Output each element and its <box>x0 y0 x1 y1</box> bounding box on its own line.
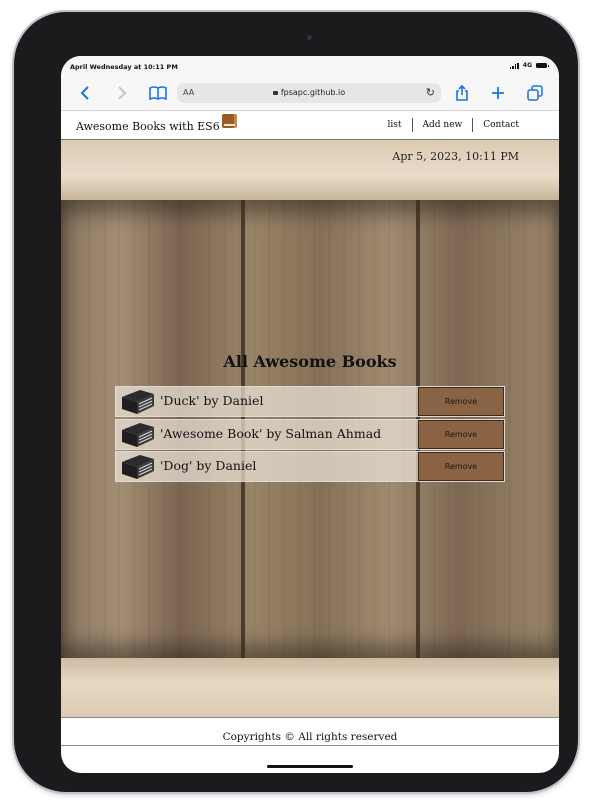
book-row: 'Dog' by Daniel Remove <box>115 451 505 482</box>
book-title-author: 'Dog' by Daniel <box>160 458 257 473</box>
url-display: fpsapc.github.io <box>177 88 441 97</box>
lock-icon <box>272 91 278 95</box>
url-text: fpsapc.github.io <box>280 88 346 97</box>
address-bar[interactable]: AA fpsapc.github.io ↻ <box>177 83 441 103</box>
status-bar: April Wednesday at 10:11 PM 4G <box>61 56 559 78</box>
section-title: All Awesome Books <box>223 352 397 371</box>
remove-button[interactable]: Remove <box>418 419 504 449</box>
back-icon[interactable] <box>74 82 96 104</box>
nav-links: list Add new Contact <box>378 118 529 132</box>
bookmarks-icon[interactable] <box>147 82 169 104</box>
footer-text: Copyrights © All rights reserved <box>222 731 398 743</box>
status-indicators: 4G <box>509 62 549 69</box>
site-footer: Copyrights © All rights reserved <box>61 717 559 746</box>
remove-button[interactable]: Remove <box>418 452 504 481</box>
book-row: 'Duck' by Daniel Remove <box>115 386 505 417</box>
camera <box>307 35 312 40</box>
share-icon[interactable] <box>451 82 473 104</box>
book-title-author: 'Awesome Book' by Salman Ahmad <box>160 425 382 441</box>
nav-link-contact[interactable]: Contact <box>473 120 529 130</box>
book-emoji-icon <box>221 114 237 128</box>
date-display: Apr 5, 2023, 10:11 PM <box>392 150 519 163</box>
site-nav: Awesome Books with ES6 list Add new Cont… <box>61 111 559 140</box>
signal-icon <box>509 62 519 69</box>
date-band: Apr 5, 2023, 10:11 PM <box>61 140 559 200</box>
book-title-author: 'Duck' by Daniel <box>160 393 264 408</box>
new-tab-icon[interactable] <box>487 82 509 104</box>
status-time: April Wednesday at 10:11 PM <box>70 63 178 71</box>
nav-link-list[interactable]: list <box>378 120 412 130</box>
footer-band <box>61 658 559 718</box>
reload-icon[interactable]: ↻ <box>426 86 435 99</box>
book-icon <box>122 455 154 479</box>
remove-button[interactable]: Remove <box>418 387 504 416</box>
book-list: 'Duck' by Daniel Remove 'Awesome Book' b… <box>115 386 505 484</box>
network-label: 4G <box>522 62 532 69</box>
book-icon <box>122 390 154 414</box>
brand-title: Awesome Books with ES6 <box>76 119 220 133</box>
book-row: 'Awesome Book' by Salman Ahmad Remove <box>115 418 505 450</box>
home-indicator[interactable] <box>267 765 353 768</box>
tablet-frame: April Wednesday at 10:11 PM 4G AA fpsapc… <box>14 12 578 792</box>
brand: Awesome Books with ES6 <box>76 114 237 133</box>
tabs-icon[interactable] <box>524 82 546 104</box>
forward-icon[interactable] <box>111 82 133 104</box>
battery-icon <box>536 63 549 68</box>
book-icon <box>122 422 154 447</box>
browser-toolbar: AA fpsapc.github.io ↻ <box>61 78 559 111</box>
nav-link-add-new[interactable]: Add new <box>413 120 473 130</box>
screen: April Wednesday at 10:11 PM 4G AA fpsapc… <box>61 56 559 773</box>
